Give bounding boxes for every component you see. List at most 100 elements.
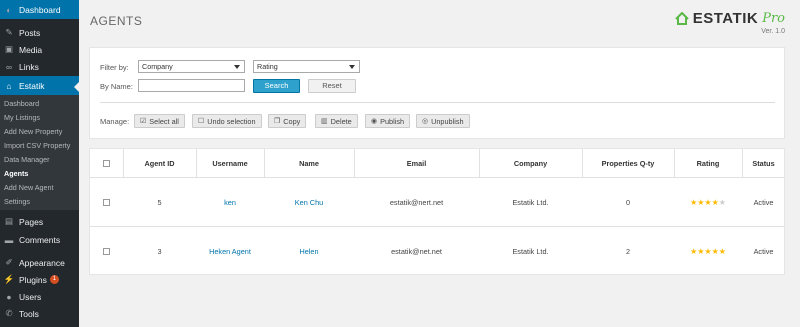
header-checkbox-cell [90,149,123,177]
dashboard-icon: ◐ [6,4,12,15]
name-search-input[interactable] [138,79,245,92]
menu-label: Estatik [19,80,45,91]
submenu-settings[interactable]: Settings [4,195,30,208]
select-all-button[interactable]: ☑ Select all [134,114,185,128]
agents-table: Agent ID Username Name Email Company Pro… [89,148,785,275]
cell-company: Estatik Ltd. [512,197,549,207]
eye-icon: ◉ [371,118,378,125]
header-agent-id[interactable]: Agent ID [123,149,196,177]
brand-pro: Pro [762,11,785,26]
checkbox-icon: ☑ [140,118,147,125]
square-icon: ☐ [198,118,205,125]
cell-rating: ★★★★★ [674,227,742,275]
submenu-dashboard[interactable]: Dashboard [4,97,39,110]
company-select[interactable]: Company [138,60,245,73]
submenu-my-listings[interactable]: My Listings [4,111,40,124]
menu-label: Pages [19,216,44,227]
house-logo-icon [675,12,689,25]
menu-links[interactable]: ∞ Links [0,57,79,76]
filter-panel: Filter by: Company Rating By Name: Searc… [89,47,785,139]
header-rating[interactable]: Rating [674,149,742,177]
chevron-down-icon [349,65,355,69]
submenu-import-csv[interactable]: Import CSV Property [4,139,70,152]
menu-label: Users [19,291,42,302]
delete-label: Delete [330,116,352,126]
chevron-down-icon [234,65,240,69]
cell-name-link[interactable]: Ken Chu [264,178,354,226]
home-icon: ⌂ [6,80,12,91]
page-title: AGENTS [90,14,143,28]
menu-label: Comments [19,234,61,245]
cell-name-link[interactable]: Helen [264,227,354,275]
stars-filled: ★★★★ [690,197,719,207]
trash-icon: ▥ [321,118,328,125]
menu-label: Posts [19,27,41,38]
plugin-icon: ⚡ [3,274,15,284]
link-icon: ∞ [5,61,13,72]
rating-select-value: Rating [257,62,278,71]
stars-empty: ★ [718,197,726,207]
cell-email: estatik@net.net [391,246,442,256]
star-rating: ★★★★★ [690,198,726,207]
filter-by-label: Filter by: [100,63,129,72]
brand-logo: ESTATIK Pro Ver. 1.0 [675,10,785,35]
active-arrow [74,82,79,92]
menu-label: Links [19,61,39,72]
company-select-value: Company [142,62,173,71]
header-name[interactable]: Name [264,149,354,177]
cell-properties: 2 [625,246,631,256]
unpublish-button[interactable]: ◎ Unpublish [416,114,470,128]
cell-status: Active [753,246,774,256]
copy-icon: ❐ [274,118,281,125]
estatik-submenu: Dashboard My Listings Add New Property I… [0,95,79,210]
publish-button[interactable]: ◉ Publish [365,114,411,128]
pages-icon: ▤ [4,216,14,226]
cell-company: Estatik Ltd. [512,246,549,256]
menu-estatik[interactable]: ⌂ Estatik [0,76,79,95]
menu-pages[interactable]: ▤ Pages [0,212,79,231]
undo-selection-label: Undo selection [207,116,256,126]
submenu-data-manager[interactable]: Data Manager [4,153,50,166]
header-email[interactable]: Email [354,149,479,177]
menu-comments[interactable]: ▬ Comments [0,230,79,249]
header-properties-qty[interactable]: Properties Q-ty [582,149,674,177]
header-company[interactable]: Company [479,149,582,177]
version-label: Ver. 1.0 [761,28,785,35]
menu-label: Appearance [19,257,65,268]
divider [100,102,775,103]
select-all-checkbox[interactable] [103,159,110,167]
cell-status: Active [753,197,774,207]
unpublish-label: Unpublish [431,116,464,126]
menu-label: Media [19,44,43,55]
row-checkbox[interactable] [103,247,110,255]
reset-button[interactable]: Reset [308,79,356,93]
by-name-label: By Name: [100,82,133,91]
admin-sidebar: ◐ Dashboard ✎ Posts ▣ Media ∞ Links ⌂ Es… [0,0,79,327]
comment-icon: ▬ [4,234,14,245]
wrench-icon: ✆ [5,308,13,318]
row-checkbox[interactable] [103,198,110,206]
cell-properties: 0 [625,197,631,207]
cell-username-link[interactable]: Heken Agent [196,227,264,275]
menu-tools[interactable]: ✆ Tools [0,304,79,323]
menu-label: Dashboard [19,4,61,15]
cell-rating: ★★★★★ [674,178,742,226]
pin-icon: ✎ [5,27,13,37]
copy-button[interactable]: ❐ Copy [268,114,307,128]
rating-select[interactable]: Rating [253,60,360,73]
header-status[interactable]: Status [742,149,785,177]
submenu-add-new-property[interactable]: Add New Property [4,125,62,138]
cell-agent-id: 5 [157,197,162,207]
brush-icon: ✐ [5,257,13,267]
undo-selection-button[interactable]: ☐ Undo selection [192,114,262,128]
delete-button[interactable]: ▥ Delete [315,114,358,128]
menu-label: Plugins [19,274,47,285]
menu-dashboard[interactable]: ◐ Dashboard [0,0,79,19]
brand-name: ESTATIK [692,10,759,27]
copy-label: Copy [283,116,301,126]
search-button[interactable]: Search [253,79,300,93]
submenu-agents[interactable]: Agents [4,167,28,180]
submenu-add-new-agent[interactable]: Add New Agent [4,181,54,194]
cell-username-link[interactable]: ken [196,178,264,226]
header-username[interactable]: Username [196,149,264,177]
